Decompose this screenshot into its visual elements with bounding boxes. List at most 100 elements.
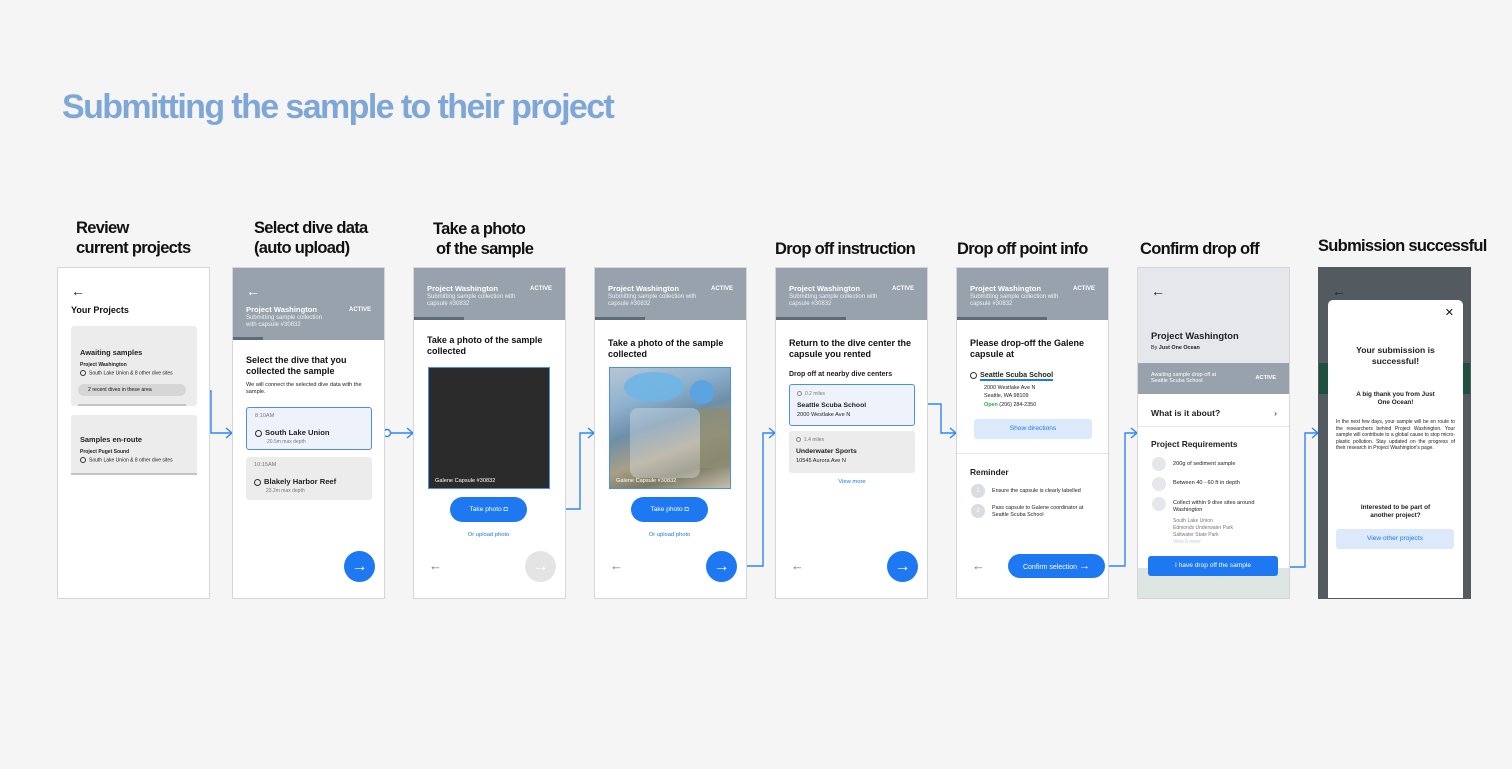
step-title-review: Review current projects	[76, 219, 191, 257]
dive-center-underwater-sports[interactable]: 1.4 miles Underwater Sports 10545 Aurora…	[789, 431, 915, 473]
view-more-link[interactable]: View more	[789, 479, 915, 485]
next-button[interactable]: →	[887, 551, 918, 582]
project-name: Project Washington	[246, 305, 318, 314]
show-directions-button[interactable]: Show directions	[974, 419, 1092, 439]
photo-jar	[630, 408, 700, 478]
dive-depth: 20.5m max depth	[267, 439, 306, 445]
step-title-select-dive: Select dive data (auto upload)	[254, 219, 368, 257]
screen-review-projects: ← Your Projects Awaiting samples Project…	[57, 267, 210, 599]
status-badge: ACTIVE	[529, 286, 552, 292]
success-modal: ✕ Your submission is successful! A big t…	[1328, 300, 1463, 598]
location-pin-icon	[797, 391, 802, 397]
screen-heading: Take a photo of the sample collected	[427, 335, 543, 356]
dive-time: 10:15AM	[254, 462, 277, 468]
project-owner: By Just One Ocean	[1151, 345, 1200, 351]
project-header: ← Project Washington Submitting sample c…	[233, 268, 384, 340]
center-name: Underwater Sports	[796, 448, 857, 455]
back-arrow-icon[interactable]: ←	[972, 559, 985, 573]
center-address: 10545 Aurora Ave N	[796, 458, 846, 464]
dive-center-seattle-scuba[interactable]: 0.2 miles Seattle Scuba School 2000 West…	[789, 384, 915, 426]
success-heading: Your submission is successful!	[1356, 345, 1435, 366]
drop-off-confirm-button[interactable]: I have drop off the sample	[1148, 556, 1278, 576]
distance: 0.2 miles	[797, 391, 825, 398]
back-arrow-icon[interactable]: ←	[429, 559, 442, 573]
banner-text: Awaiting sample drop-off at Seattle Scub…	[1151, 372, 1217, 384]
thank-you-text: A big thank you from Just One Ocean!	[1356, 391, 1435, 406]
project-header: Project Washington Submitting sample col…	[595, 268, 746, 320]
progress-bar	[414, 317, 464, 320]
back-arrow-icon[interactable]: ←	[246, 284, 260, 298]
screen-heading: Please drop-off the Galene capsule at	[970, 338, 1085, 359]
address-line-1: 2000 Westlake Ave N	[984, 385, 1036, 391]
card-project: Project Puget Sound	[80, 449, 130, 455]
card-location: South Lake Union & 8 other dive sites	[80, 457, 173, 464]
card-divider	[71, 473, 197, 475]
confirm-selection-button[interactable]: Confirm selection →	[1008, 554, 1105, 578]
screen-photo-taken: Project Washington Submitting sample col…	[594, 267, 747, 599]
step-title-success: Submission successful	[1318, 237, 1487, 255]
view-more-sites[interactable]: View 6 more	[1173, 539, 1201, 545]
step-title-drop-instruction: Drop off instruction	[775, 240, 916, 258]
photo-blob	[624, 372, 684, 402]
camera-icon: ◘	[503, 506, 508, 513]
requirement-item: 200g of sediment sample	[1173, 461, 1236, 467]
card-title: Samples en-route	[80, 435, 143, 444]
reminder-number: 1	[971, 484, 985, 498]
back-arrow-icon[interactable]: ←	[71, 284, 85, 298]
location-pin-icon	[796, 437, 801, 443]
screen-heading: Select the dive that you collected the s…	[246, 355, 347, 376]
camera-viewfinder[interactable]: Galene Capsule #30832	[428, 367, 550, 489]
divider	[1138, 426, 1289, 427]
project-card-awaiting[interactable]: Awaiting samples Project Washington Sout…	[71, 326, 197, 406]
project-name: Project Washington	[789, 284, 861, 293]
progress-bar	[595, 317, 645, 320]
sample-photo: Galene Capsule #30832	[609, 367, 731, 489]
project-subtitle: Submitting sample collection with capsul…	[246, 315, 323, 328]
requirement-item: Between 40 - 60 ft in depth	[1173, 480, 1240, 486]
upload-photo-link[interactable]: Or upload photo	[450, 532, 527, 538]
status-badge: ACTIVE	[710, 286, 733, 292]
arrow-right-icon: →	[1079, 560, 1091, 572]
project-name: Project Washington	[427, 284, 499, 293]
location-icon	[1152, 497, 1166, 511]
open-hours: Open (206) 284-2350	[984, 402, 1037, 408]
about-row[interactable]: What is it about? ›	[1151, 408, 1277, 418]
location-pin-icon	[255, 429, 262, 437]
upload-photo-link[interactable]: Or upload photo	[631, 532, 708, 538]
step-title-confirm: Confirm drop off	[1140, 240, 1260, 258]
view-other-projects-button[interactable]: View other projects	[1336, 529, 1454, 549]
close-icon[interactable]: ✕	[1445, 307, 1454, 319]
next-button[interactable]: →	[344, 551, 375, 582]
back-arrow-icon[interactable]: ←	[791, 559, 804, 573]
dive-option-blakely-harbor[interactable]: 10:15AM Blakely Harbor Reef 23.2m max de…	[246, 457, 372, 500]
status-badge: ACTIVE	[1255, 375, 1276, 381]
next-button-disabled[interactable]: →	[525, 551, 556, 582]
project-subtitle: Submitting sample collection with capsul…	[427, 294, 516, 307]
camera-icon: ◘	[684, 506, 689, 513]
requirement-item: Collect within 9 dive sites around Washi…	[1173, 500, 1255, 513]
status-badge: ACTIVE	[348, 307, 371, 313]
center-name: Seattle Scuba School	[797, 402, 867, 409]
status-badge: ACTIVE	[891, 286, 914, 292]
project-header: Project Washington Submitting sample col…	[957, 268, 1108, 320]
distance: 1.4 miles	[796, 437, 824, 444]
location-pin-icon	[254, 478, 261, 486]
screen-confirm-drop-off: ← Project Washington By Just One Ocean A…	[1137, 267, 1290, 599]
site-item: Edmonds Underwater Park	[1173, 525, 1234, 531]
back-arrow-icon[interactable]: ←	[610, 559, 623, 573]
back-arrow-icon[interactable]: ←	[1151, 284, 1165, 298]
screen-take-photo: Project Washington Submitting sample col…	[413, 267, 566, 599]
dive-option-south-lake-union[interactable]: 8:10AM South Lake Union 20.5m max depth	[246, 407, 372, 450]
divider	[957, 453, 1108, 454]
card-location: South Lake Union & 8 other dive sites	[80, 370, 173, 377]
address-line-2: Seattle, WA 98109	[984, 393, 1029, 399]
take-photo-button[interactable]: Take photo ◘	[450, 497, 527, 522]
step-title-photo: Take a photo of the sample	[433, 220, 534, 258]
progress-bar	[957, 317, 1047, 320]
recent-dives-chip[interactable]: 2 recent dives in these area	[78, 384, 186, 396]
location-pin-icon	[80, 457, 86, 463]
take-photo-button[interactable]: Take photo ◘	[631, 497, 708, 522]
screen-drop-off-point: Project Washington Submitting sample col…	[956, 267, 1109, 599]
next-button[interactable]: →	[706, 551, 737, 582]
project-card-enroute[interactable]: Samples en-route Project Puget Sound Sou…	[71, 415, 197, 475]
